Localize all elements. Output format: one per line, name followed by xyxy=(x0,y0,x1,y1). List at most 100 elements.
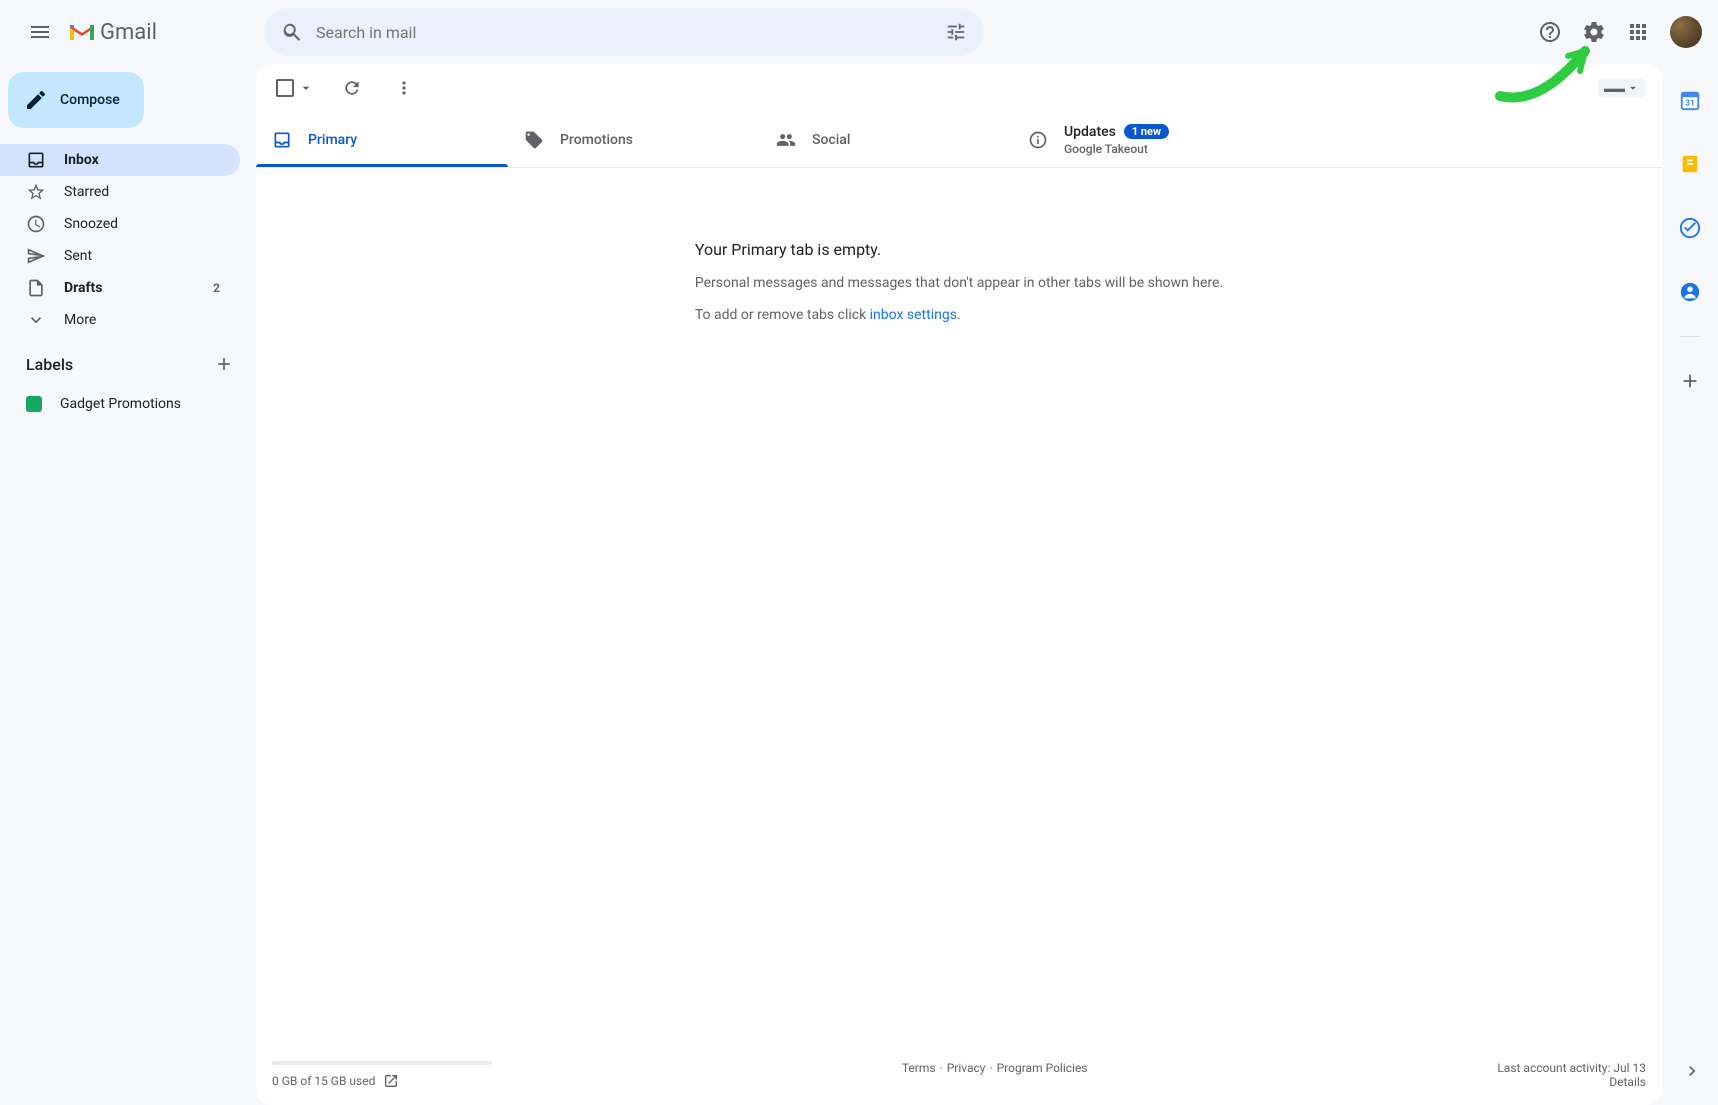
tune-icon xyxy=(945,21,967,43)
more-vert-icon xyxy=(394,78,414,98)
footer: 0 GB of 15 GB used Terms · Privacy · Pro… xyxy=(256,1053,1662,1105)
caret-down-icon xyxy=(298,80,314,96)
support-button[interactable] xyxy=(1530,12,1570,52)
apps-grid-icon xyxy=(1626,20,1650,44)
tab-content: Updates 1 new Google Takeout xyxy=(1064,124,1169,156)
sidebar-item-drafts[interactable]: Drafts 2 xyxy=(0,272,240,304)
calendar-icon: 31 xyxy=(1679,89,1701,111)
account-avatar[interactable] xyxy=(1670,16,1702,48)
quota-text: 0 GB of 15 GB used xyxy=(272,1074,375,1088)
google-apps-button[interactable] xyxy=(1618,12,1658,52)
inbox-icon xyxy=(272,130,292,150)
open-in-new-icon[interactable] xyxy=(383,1073,399,1089)
keep-icon xyxy=(1679,153,1701,175)
sidebar-item-starred[interactable]: Starred xyxy=(0,176,240,208)
chevron-down-icon xyxy=(26,310,46,330)
search-icon[interactable] xyxy=(272,12,312,52)
terms-link[interactable]: Terms xyxy=(902,1061,936,1075)
header-actions xyxy=(1530,12,1702,52)
contacts-icon xyxy=(1679,281,1701,303)
checkbox-icon xyxy=(276,79,294,97)
tab-label: Social xyxy=(812,132,850,148)
input-tools-button[interactable]: ▬▬ xyxy=(1598,79,1646,97)
quota-progress-bar xyxy=(272,1061,492,1065)
quota-section: 0 GB of 15 GB used xyxy=(272,1061,492,1089)
contacts-app[interactable] xyxy=(1670,272,1710,312)
inbox-settings-link[interactable]: inbox settings xyxy=(870,307,957,323)
caret-down-icon xyxy=(1626,81,1640,95)
keep-app[interactable] xyxy=(1670,144,1710,184)
help-icon xyxy=(1538,20,1562,44)
people-icon xyxy=(776,130,796,150)
tab-label: Promotions xyxy=(560,132,633,148)
tasks-app[interactable] xyxy=(1670,208,1710,248)
tab-updates[interactable]: Updates 1 new Google Takeout xyxy=(1012,112,1264,167)
search-options-button[interactable] xyxy=(936,12,976,52)
toolbar: ▬▬ xyxy=(256,64,1662,112)
refresh-button[interactable] xyxy=(334,70,370,106)
side-separator xyxy=(1680,336,1700,337)
get-addons-button[interactable] xyxy=(1670,361,1710,401)
labels-title: Labels xyxy=(26,355,73,374)
sidebar-item-label: Snoozed xyxy=(64,216,118,232)
main-menu-button[interactable] xyxy=(16,8,64,56)
plus-icon xyxy=(214,354,234,374)
sidebar-item-label: More xyxy=(64,312,96,328)
sidebar-item-inbox[interactable]: Inbox xyxy=(0,144,240,176)
inbox-icon xyxy=(26,150,46,170)
plus-icon xyxy=(1679,370,1701,392)
footer-links: Terms · Privacy · Program Policies xyxy=(902,1061,1088,1075)
tab-social[interactable]: Social xyxy=(760,112,1012,167)
sidebar-item-label: Drafts xyxy=(64,280,102,296)
empty-settings-line: To add or remove tabs click inbox settin… xyxy=(695,307,1223,323)
sidebar-item-snoozed[interactable]: Snoozed xyxy=(0,208,240,240)
tab-promotions[interactable]: Promotions xyxy=(508,112,760,167)
activity-text: Last account activity: Jul 13 xyxy=(1497,1061,1646,1075)
sidebar-item-label: Starred xyxy=(64,184,109,200)
gmail-logo[interactable]: Gmail xyxy=(68,20,256,45)
sidebar-item-sent[interactable]: Sent xyxy=(0,240,240,272)
labels-header: Labels xyxy=(0,336,256,388)
search-bar[interactable] xyxy=(264,8,984,56)
select-all-checkbox[interactable] xyxy=(272,75,318,101)
label-color-swatch xyxy=(26,396,42,412)
refresh-icon xyxy=(342,78,362,98)
label-text: Gadget Promotions xyxy=(60,396,181,412)
empty-description: Personal messages and messages that don'… xyxy=(695,275,1223,291)
side-panel-toggle[interactable] xyxy=(1674,1053,1710,1089)
compose-label: Compose xyxy=(60,92,120,108)
drafts-count: 2 xyxy=(213,281,228,295)
calendar-app[interactable]: 31 xyxy=(1670,80,1710,120)
tab-label: Updates xyxy=(1064,124,1116,140)
gmail-wordmark: Gmail xyxy=(100,20,157,45)
sidebar-item-more[interactable]: More xyxy=(0,304,240,336)
policies-link[interactable]: Program Policies xyxy=(997,1061,1088,1075)
tab-primary[interactable]: Primary xyxy=(256,112,508,167)
tag-icon xyxy=(524,130,544,150)
tasks-icon xyxy=(1679,217,1701,239)
details-link[interactable]: Details xyxy=(1497,1075,1646,1089)
label-item[interactable]: Gadget Promotions xyxy=(0,388,240,420)
info-icon xyxy=(1028,130,1048,150)
more-button[interactable] xyxy=(386,70,422,106)
new-badge: 1 new xyxy=(1124,124,1169,139)
search-input[interactable] xyxy=(312,23,936,42)
category-tabs: Primary Promotions Social Updates 1 new … xyxy=(256,112,1662,168)
hamburger-icon xyxy=(28,20,52,44)
main-panel: ▬▬ Primary Promotions Social Upd xyxy=(256,64,1662,1105)
settings-button[interactable] xyxy=(1574,12,1614,52)
compose-button[interactable]: Compose xyxy=(8,72,144,128)
empty-state: Your Primary tab is empty. Personal mess… xyxy=(695,168,1223,339)
sidebar-item-label: Sent xyxy=(64,248,92,264)
clock-icon xyxy=(26,214,46,234)
sidebar: Compose Inbox Starred Snoozed Sent Draft… xyxy=(0,64,256,1105)
chevron-right-icon xyxy=(1682,1061,1702,1081)
svg-text:31: 31 xyxy=(1685,99,1694,109)
draft-icon xyxy=(26,278,46,298)
gear-icon xyxy=(1582,20,1606,44)
send-icon xyxy=(26,246,46,266)
keyboard-icon: ▬▬ xyxy=(1604,82,1624,95)
privacy-link[interactable]: Privacy xyxy=(947,1061,986,1075)
add-label-button[interactable] xyxy=(208,348,240,380)
empty-title: Your Primary tab is empty. xyxy=(695,240,1223,259)
